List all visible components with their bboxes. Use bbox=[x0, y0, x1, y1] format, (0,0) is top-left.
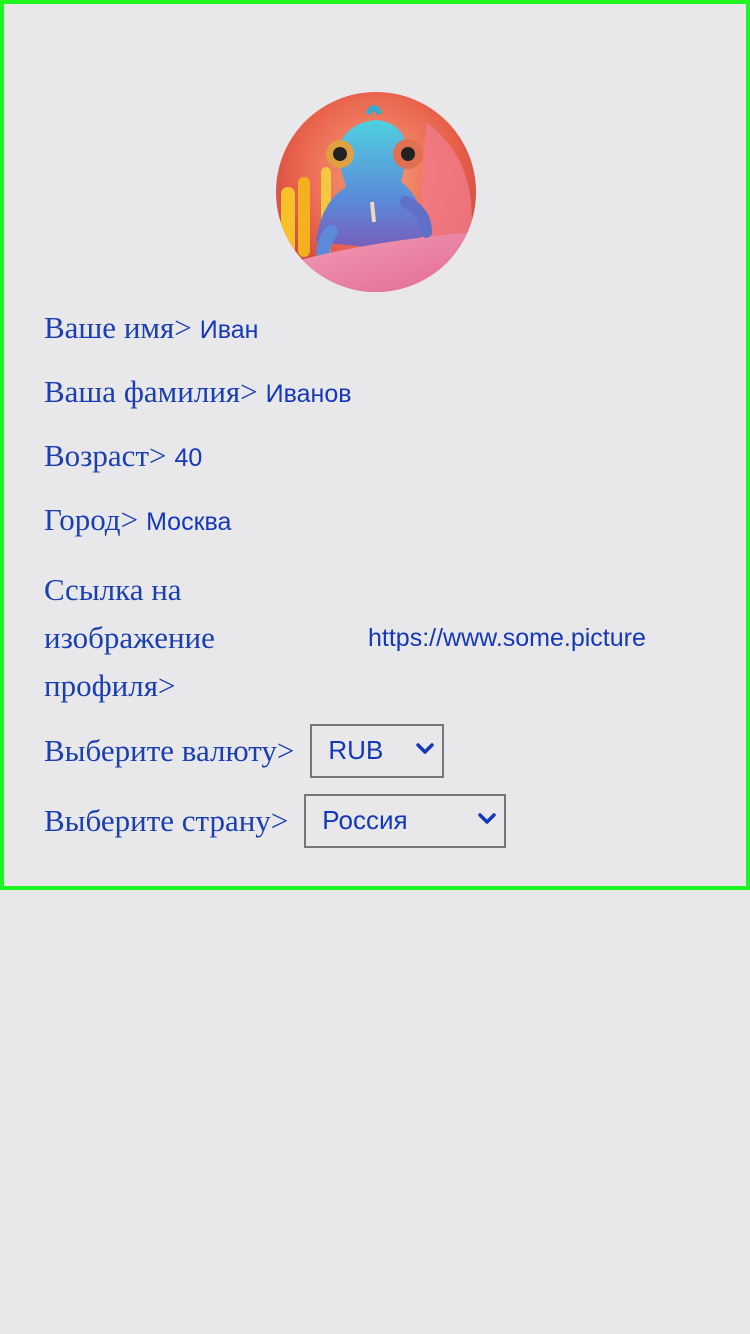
first-name-value[interactable]: Иван bbox=[200, 316, 259, 345]
country-label: Выберите страну> bbox=[44, 803, 289, 838]
first-name-label: Ваше имя> bbox=[44, 310, 192, 345]
image-link-label: Ссылка на изображение профиля> bbox=[44, 572, 215, 703]
country-selected-value: Россия bbox=[322, 805, 408, 835]
field-currency: Выберите валюту> RUB bbox=[44, 724, 445, 778]
field-image-link: Ссылка на изображение профиля> https://w… bbox=[44, 566, 684, 706]
field-country: Выберите страну> Россия bbox=[44, 794, 507, 848]
last-name-value[interactable]: Иванов bbox=[266, 380, 352, 409]
field-last-name: Ваша фамилия> Иванов bbox=[44, 374, 352, 410]
image-link-value[interactable]: https://www.some.picture bbox=[368, 624, 646, 653]
age-value[interactable]: 40 bbox=[174, 444, 202, 473]
profile-card: Ваше имя> Иван Ваша фамилия> Иванов Возр… bbox=[0, 0, 750, 890]
field-city: Город> Москва bbox=[44, 502, 231, 538]
city-label: Город> bbox=[44, 502, 139, 537]
field-first-name: Ваше имя> Иван bbox=[44, 310, 258, 346]
currency-label: Выберите валюту> bbox=[44, 733, 295, 768]
currency-selected-value: RUB bbox=[328, 735, 384, 765]
chevron-down-icon bbox=[416, 743, 435, 754]
city-value[interactable]: Москва bbox=[146, 508, 231, 537]
country-select[interactable]: Россия bbox=[304, 794, 507, 848]
chameleon-image bbox=[276, 92, 476, 292]
chevron-down-icon bbox=[478, 813, 497, 824]
last-name-label: Ваша фамилия> bbox=[44, 374, 258, 409]
field-age: Возраст> 40 bbox=[44, 438, 202, 474]
avatar[interactable] bbox=[276, 92, 476, 292]
age-label: Возраст> bbox=[44, 438, 167, 473]
currency-select[interactable]: RUB bbox=[310, 724, 445, 778]
